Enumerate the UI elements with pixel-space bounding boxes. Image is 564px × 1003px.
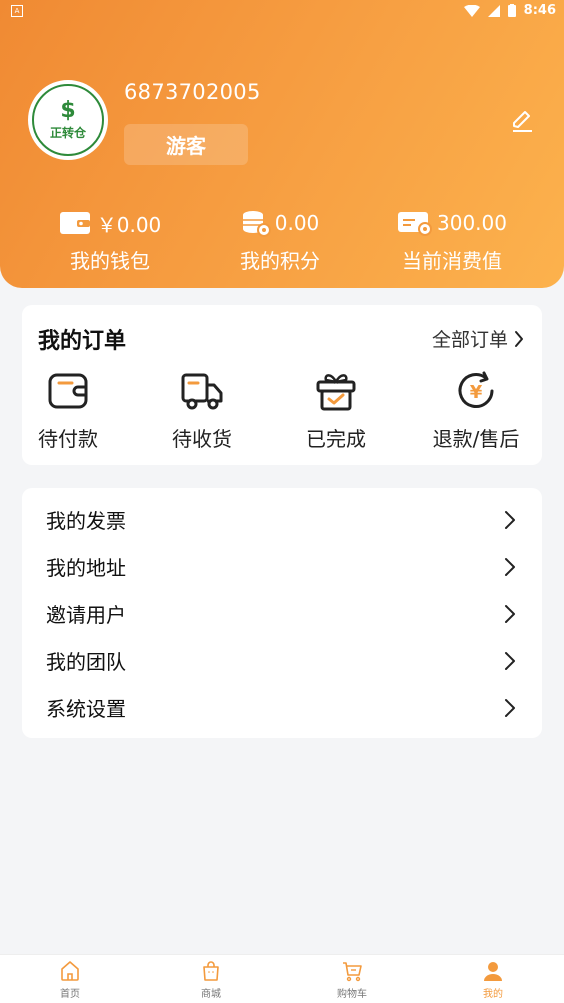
wallet-icon — [59, 212, 90, 234]
signal-icon — [487, 4, 500, 17]
stats-row: ￥0.00 我的钱包 0.00 我的积分 300.00 当前消费值 — [0, 205, 564, 275]
avatar[interactable]: $ 正转仓 — [28, 80, 108, 160]
tab-home-label: 首页 — [60, 989, 80, 1000]
tab-cart-label: 购物车 — [337, 989, 367, 1000]
tab-mine-label: 我的 — [483, 989, 503, 1000]
card-icon — [398, 212, 432, 236]
chevron-right-icon — [505, 699, 515, 717]
bag-icon — [203, 961, 219, 981]
order-pending-receipt[interactable]: 待收货 — [142, 369, 262, 452]
menu-item-invite[interactable]: 邀请用户 — [22, 590, 542, 637]
order-completed[interactable]: 已完成 — [276, 369, 396, 452]
menu-item-invite-label: 邀请用户 — [46, 603, 126, 627]
wallet-icon — [48, 373, 88, 409]
stat-wallet-value: ￥0.00 — [96, 212, 162, 237]
battery-icon — [507, 4, 516, 17]
refund-icon: ¥ — [458, 371, 494, 408]
tab-shop-label: 商城 — [201, 989, 221, 1000]
stat-consumption[interactable]: 300.00 当前消费值 — [392, 205, 512, 274]
order-pending-payment[interactable]: 待付款 — [8, 369, 128, 452]
stat-wallet[interactable]: ￥0.00 我的钱包 — [45, 205, 175, 274]
order-completed-label: 已完成 — [306, 427, 366, 451]
chevron-right-icon — [515, 330, 523, 347]
svg-text:¥: ¥ — [470, 382, 483, 403]
coins-icon — [242, 211, 271, 237]
stat-consumption-label: 当前消费值 — [402, 249, 502, 273]
all-orders-link[interactable]: 全部订单 — [432, 325, 524, 352]
order-refund-label: 退款/售后 — [432, 427, 520, 451]
user-icon — [484, 962, 502, 981]
menu-item-address-label: 我的地址 — [46, 556, 126, 580]
profile-header: A 8:46 $ 正转仓 6873702005 游客 ￥0.00 我的钱包 0.… — [0, 0, 564, 288]
wifi-icon — [463, 4, 480, 17]
cart-icon — [343, 962, 362, 982]
order-refund[interactable]: ¥ 退款/售后 — [416, 369, 536, 452]
status-bar: A 8:46 — [0, 0, 564, 22]
order-pending-receipt-label: 待收货 — [172, 427, 232, 451]
order-pending-payment-label: 待付款 — [38, 427, 98, 451]
tab-home[interactable]: 首页 — [30, 959, 110, 1000]
edit-icon[interactable] — [508, 106, 536, 134]
menu-item-team[interactable]: 我的团队 — [22, 637, 542, 684]
menu-item-settings[interactable]: 系统设置 — [22, 684, 542, 731]
chevron-right-icon — [505, 558, 515, 576]
menu-card: 我的发票 我的地址 邀请用户 我的团队 系统设置 — [22, 488, 542, 738]
chevron-right-icon — [505, 652, 515, 670]
stat-consumption-value: 300.00 — [437, 211, 507, 235]
stat-points[interactable]: 0.00 我的积分 — [225, 205, 335, 274]
tab-shop[interactable]: 商城 — [171, 959, 251, 1000]
stat-wallet-label: 我的钱包 — [70, 249, 150, 273]
user-id: 6873702005 — [124, 80, 261, 104]
chevron-right-icon — [505, 605, 515, 623]
stat-points-label: 我的积分 — [240, 249, 320, 273]
status-time: 8:46 — [523, 3, 556, 18]
all-orders-label: 全部订单 — [431, 329, 508, 351]
menu-item-address[interactable]: 我的地址 — [22, 543, 542, 590]
notification-icon: A — [11, 5, 23, 17]
menu-item-invoices[interactable]: 我的发票 — [22, 496, 542, 543]
avatar-logo-text: 正转仓 — [49, 125, 86, 140]
orders-card: 我的订单 全部订单 待付款 待收货 已完成 ¥ 退款/售后 — [22, 305, 542, 465]
truck-icon — [181, 373, 223, 410]
role-badge[interactable]: 游客 — [124, 124, 248, 165]
menu-item-invoices-label: 我的发票 — [46, 509, 126, 533]
bottom-tab-bar: 首页 商城 购物车 我的 — [0, 954, 564, 1003]
chevron-right-icon — [505, 511, 515, 529]
stat-points-value: 0.00 — [274, 211, 320, 235]
orders-title: 我的订单 — [38, 329, 127, 354]
menu-item-team-label: 我的团队 — [46, 650, 126, 674]
menu-item-settings-label: 系统设置 — [46, 697, 126, 721]
tab-cart[interactable]: 购物车 — [312, 959, 392, 1000]
home-icon — [61, 961, 79, 981]
tab-mine[interactable]: 我的 — [453, 959, 533, 1000]
gift-icon — [316, 374, 356, 411]
